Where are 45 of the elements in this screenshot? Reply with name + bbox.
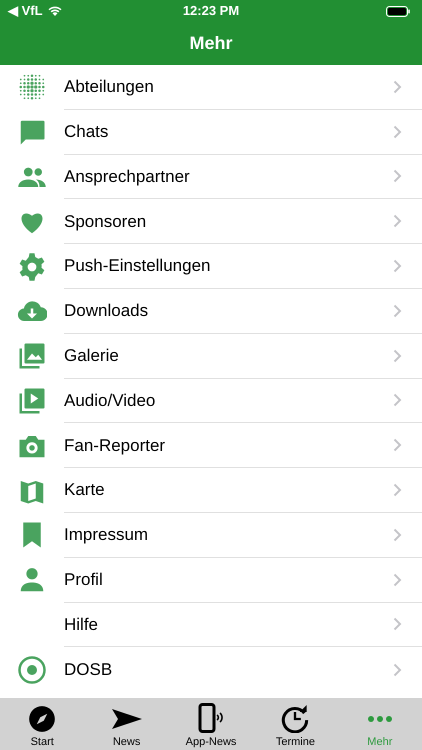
settings-icon <box>17 252 47 282</box>
back-link[interactable]: ◀ VfL <box>8 1 43 21</box>
chevron-icon <box>393 662 402 677</box>
menu-label: Fan-Reporter <box>64 434 166 457</box>
chevron-icon <box>393 80 402 94</box>
menu-label: Profil <box>64 568 103 591</box>
chevron-icon <box>393 617 402 632</box>
menu-label: Ansprechpartner <box>64 166 190 188</box>
chevron-icon <box>393 572 402 587</box>
menu-label: DOSB <box>64 659 112 681</box>
menu-label: Audio/Video <box>64 390 156 412</box>
chevron-icon <box>393 438 402 452</box>
chevron-icon <box>393 348 402 363</box>
wifi-icon <box>46 5 63 17</box>
menu-label: Abteilungen <box>64 76 154 98</box>
target-icon <box>17 654 47 685</box>
menu-label: Sponsoren <box>64 210 146 233</box>
video-icon <box>17 386 47 416</box>
chevron-icon <box>393 483 402 498</box>
chevron-icon <box>393 214 402 228</box>
status-time: 12:23 PM <box>182 2 240 20</box>
tab[interactable]: App-News <box>168 698 254 750</box>
menu-label: Galerie <box>64 344 119 367</box>
chevron-icon <box>393 259 402 274</box>
chevron-icon <box>393 169 402 184</box>
tab[interactable]: Termine <box>253 698 338 750</box>
image-icon <box>17 341 47 372</box>
menu-label: Push-Einstellungen <box>64 255 210 278</box>
more-dots-icon <box>368 716 392 722</box>
chevron-icon <box>393 124 402 139</box>
tab[interactable]: Start <box>0 698 84 750</box>
chevron-icon <box>393 393 402 408</box>
menu-label: Hilfe <box>64 614 98 636</box>
menu-label: Downloads <box>64 300 148 322</box>
menu-label: Karte <box>64 479 105 502</box>
nav-title: Mehr <box>189 32 232 55</box>
grid-dots-icon <box>17 72 47 102</box>
chevron-icon <box>393 304 402 318</box>
menu-label: Chats <box>64 120 108 143</box>
tab[interactable]: News <box>84 698 169 750</box>
chevron-icon <box>393 528 402 542</box>
compass-icon <box>28 705 56 733</box>
menu-label: Impressum <box>64 524 148 546</box>
history-clock-icon <box>281 705 310 733</box>
battery-icon <box>386 6 410 16</box>
